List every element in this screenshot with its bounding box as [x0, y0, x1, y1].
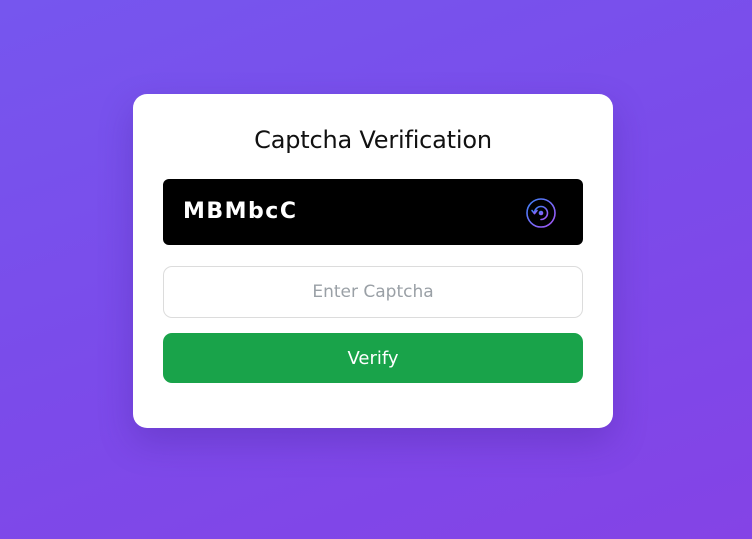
captcha-display: MBMbcC: [163, 179, 583, 245]
captcha-input[interactable]: [163, 266, 583, 318]
refresh-icon-graphic: [526, 198, 556, 228]
verify-button[interactable]: Verify: [163, 333, 583, 383]
page-title: Captcha Verification: [254, 126, 492, 154]
captcha-card: Captcha Verification MBMbcC Verify: [133, 94, 613, 428]
refresh-icon[interactable]: [525, 197, 557, 229]
captcha-code: MBMbcC: [183, 199, 298, 224]
